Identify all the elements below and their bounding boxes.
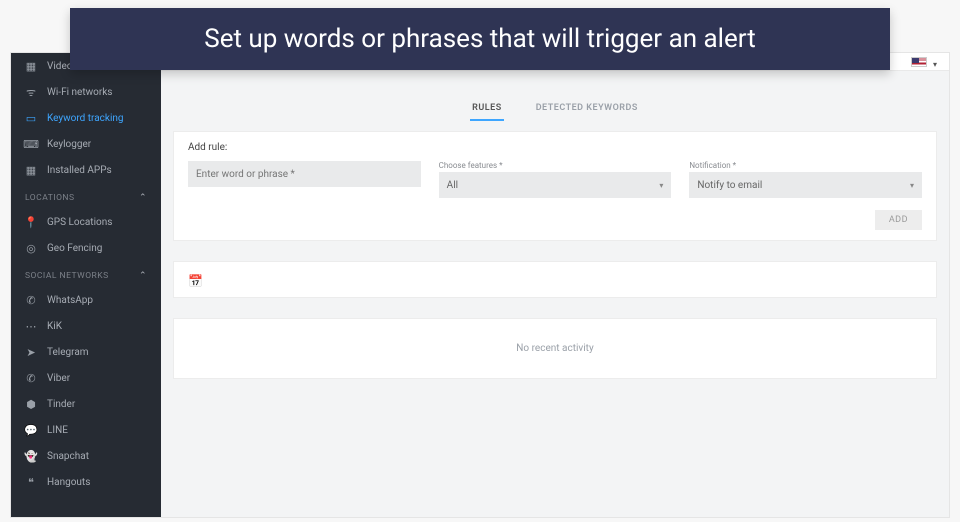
- section-label: LOCATIONS: [25, 193, 75, 203]
- features-label: Choose features *: [439, 161, 672, 170]
- keyword-field: [188, 161, 421, 198]
- tabs: RULES DETECTED KEYWORDS: [470, 97, 640, 121]
- sidebar-item-keylogger[interactable]: ⌨ Keylogger: [11, 131, 161, 157]
- sidebar-item-label: Video: [47, 61, 72, 72]
- sidebar-item-label: GPS Locations: [47, 217, 112, 228]
- sidebar-item-geofencing[interactable]: ◎ Geo Fencing: [11, 235, 161, 261]
- notification-label: Notification *: [689, 161, 922, 170]
- sidebar-item-label: Keyword tracking: [47, 113, 124, 124]
- add-button[interactable]: ADD: [875, 210, 922, 230]
- main-content: RULES DETECTED KEYWORDS Add rule: Choose…: [161, 53, 949, 517]
- sidebar-item-tinder[interactable]: ⬢ Tinder: [11, 391, 161, 417]
- sidebar-item-label: WhatsApp: [47, 295, 93, 306]
- keyword-input[interactable]: [188, 161, 421, 187]
- wifi-icon: ᯤ: [25, 86, 37, 98]
- sidebar-item-label: KiK: [47, 321, 62, 332]
- sidebar-item-snapchat[interactable]: 👻 Snapchat: [11, 443, 161, 469]
- sidebar-item-telegram[interactable]: ➤ Telegram: [11, 339, 161, 365]
- sidebar-item-label: Installed APPs: [47, 165, 112, 176]
- features-field: Choose features * All: [439, 161, 672, 198]
- sidebar-item-keyword-tracking[interactable]: ▭ Keyword tracking: [11, 105, 161, 131]
- sidebar: ▦ Video ᯤ Wi-Fi networks ▭ Keyword track…: [11, 53, 161, 517]
- sidebar-item-viber[interactable]: ✆ Viber: [11, 365, 161, 391]
- add-rule-label: Add rule:: [188, 142, 922, 153]
- sidebar-item-label: Keylogger: [47, 139, 91, 150]
- hangouts-icon: ❝: [25, 476, 37, 488]
- activity-card: No recent activity: [173, 318, 937, 379]
- chevron-up-icon: ⌃: [139, 193, 147, 203]
- tinder-icon: ⬢: [25, 398, 37, 410]
- sidebar-section-social[interactable]: SOCIAL NETWORKS ⌃: [11, 261, 161, 287]
- sidebar-item-label: Snapchat: [47, 451, 89, 462]
- sidebar-item-whatsapp[interactable]: ✆ WhatsApp: [11, 287, 161, 313]
- pin-icon: 📍: [25, 216, 37, 228]
- notification-field: Notification * Notify to email: [689, 161, 922, 198]
- callout-banner: Set up words or phrases that will trigge…: [70, 8, 890, 70]
- line-icon: 💬: [25, 424, 37, 436]
- sidebar-item-label: Hangouts: [47, 477, 90, 488]
- calendar-icon[interactable]: 📅: [188, 274, 203, 288]
- viber-icon: ✆: [25, 372, 37, 384]
- empty-activity-text: No recent activity: [516, 343, 593, 354]
- sidebar-item-line[interactable]: 💬 LINE: [11, 417, 161, 443]
- apps-icon: ▦: [25, 164, 37, 176]
- sidebar-item-wifi[interactable]: ᯤ Wi-Fi networks: [11, 79, 161, 105]
- tab-rules[interactable]: RULES: [470, 97, 504, 121]
- sidebar-item-label: Geo Fencing: [47, 243, 102, 254]
- date-filter-card: 📅: [173, 261, 937, 298]
- tab-detected-keywords[interactable]: DETECTED KEYWORDS: [534, 97, 640, 121]
- whatsapp-icon: ✆: [25, 294, 37, 306]
- features-select[interactable]: All: [439, 172, 672, 198]
- geofence-icon: ◎: [25, 242, 37, 254]
- sidebar-item-kik[interactable]: ⋯ KiK: [11, 313, 161, 339]
- notification-value: Notify to email: [697, 180, 762, 191]
- telegram-icon: ➤: [25, 346, 37, 358]
- sidebar-item-label: Tinder: [47, 399, 75, 410]
- features-value: All: [447, 180, 458, 191]
- sidebar-item-label: Viber: [47, 373, 70, 384]
- kik-icon: ⋯: [25, 320, 37, 332]
- flag-icon: [911, 57, 927, 67]
- add-rule-card: Add rule: Choose features * All Notifica…: [173, 131, 937, 241]
- sidebar-item-label: LINE: [47, 425, 68, 436]
- sidebar-section-locations[interactable]: LOCATIONS ⌃: [11, 183, 161, 209]
- language-dropdown[interactable]: [933, 52, 937, 71]
- keyword-tracking-icon: ▭: [25, 112, 37, 124]
- sidebar-item-label: Telegram: [47, 347, 89, 358]
- notification-select[interactable]: Notify to email: [689, 172, 922, 198]
- keylogger-icon: ⌨: [25, 138, 37, 150]
- snapchat-icon: 👻: [25, 450, 37, 462]
- section-label: SOCIAL NETWORKS: [25, 271, 109, 281]
- app-window: ▦ Video ᯤ Wi-Fi networks ▭ Keyword track…: [10, 52, 950, 518]
- chevron-up-icon: ⌃: [139, 271, 147, 281]
- sidebar-item-gps[interactable]: 📍 GPS Locations: [11, 209, 161, 235]
- sidebar-item-hangouts[interactable]: ❝ Hangouts: [11, 469, 161, 495]
- video-icon: ▦: [25, 60, 37, 72]
- sidebar-item-label: Wi-Fi networks: [47, 87, 112, 98]
- sidebar-item-installed-apps[interactable]: ▦ Installed APPs: [11, 157, 161, 183]
